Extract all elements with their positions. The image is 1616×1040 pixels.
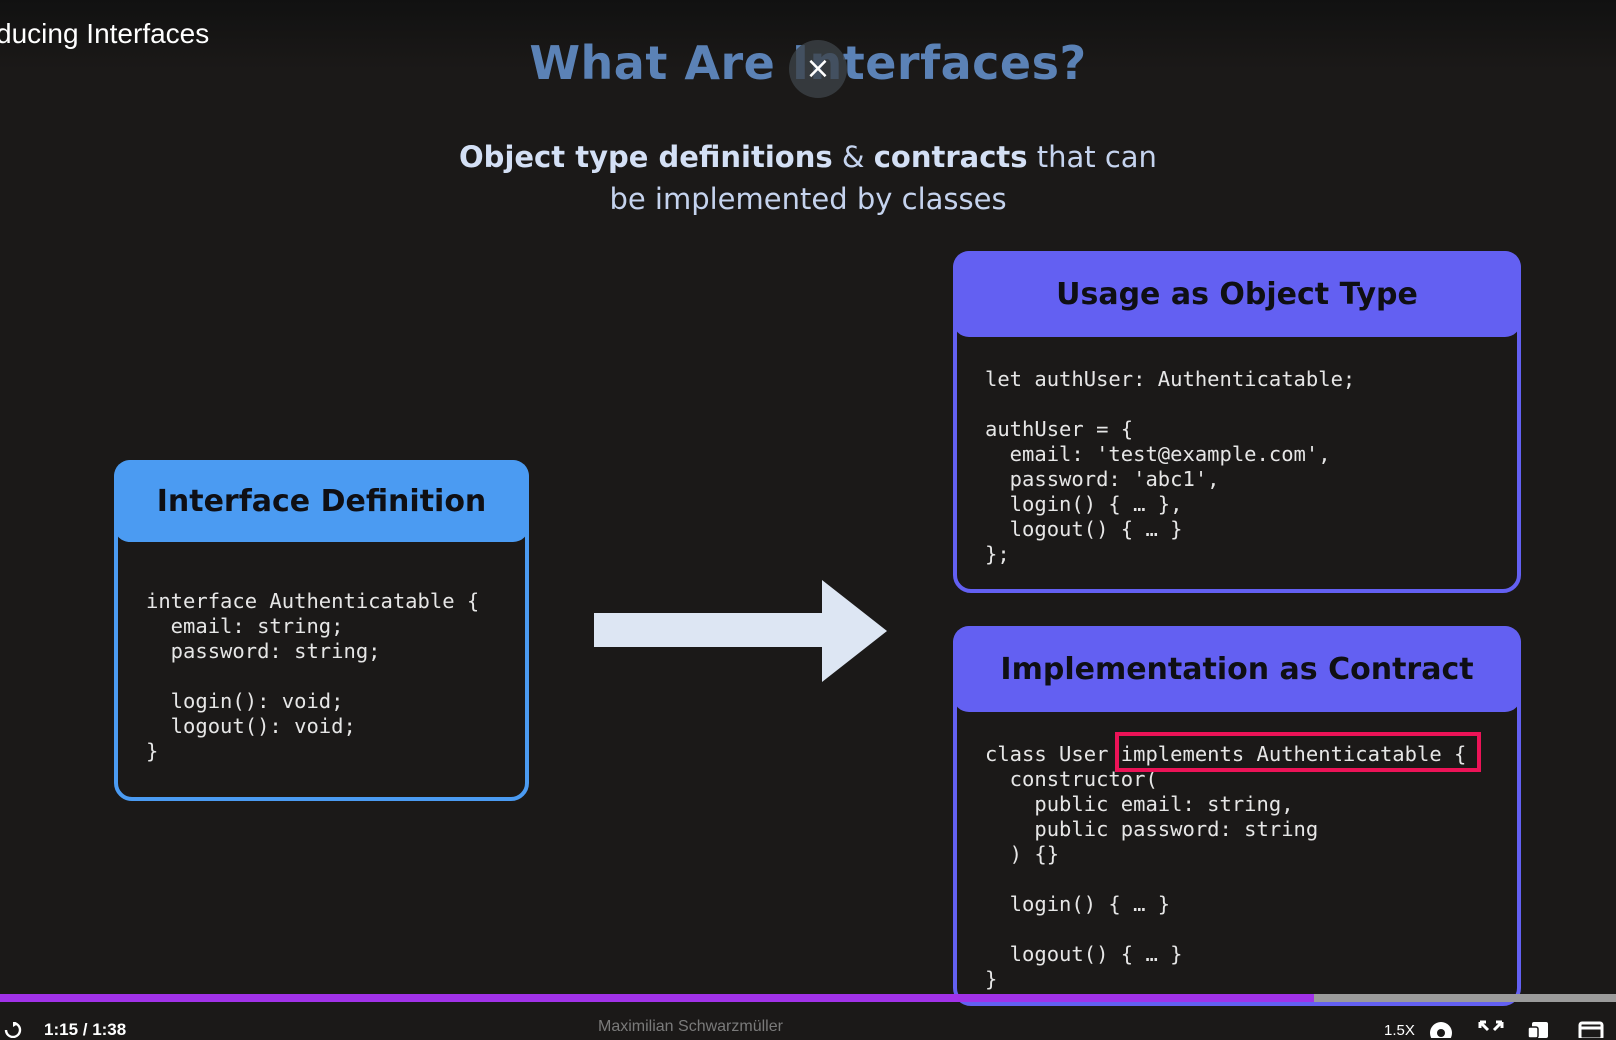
time-display: 1:15 / 1:38 — [44, 1020, 127, 1039]
code-block: class User implements Authenticatable { … — [985, 742, 1467, 991]
subtitle-rest: that can — [1027, 140, 1157, 174]
code-block: interface Authenticatable { email: strin… — [146, 589, 480, 763]
fullscreen-icon[interactable] — [1478, 1020, 1504, 1038]
subtitle-amp: & — [832, 140, 874, 174]
settings-icon[interactable] — [1428, 1020, 1454, 1038]
implementation-contract-card: Implementation as Contract class User im… — [953, 626, 1521, 1006]
subtitle-bold-contracts: contracts — [873, 140, 1028, 174]
pip-icon[interactable] — [1526, 1020, 1552, 1038]
card-title: Implementation as Contract — [953, 626, 1521, 712]
player-controls — [0, 1002, 1616, 1038]
slide-subtitle: Object type definitions & contracts that… — [0, 136, 1616, 220]
progress-fill — [0, 994, 1314, 1002]
subtitle-line-1: Object type definitions & contracts that… — [0, 136, 1616, 178]
replay-icon[interactable] — [2, 1022, 24, 1038]
author-name: Maximilian Schwarzmüller — [598, 1018, 783, 1035]
close-button[interactable]: × — [789, 40, 847, 98]
interface-definition-card: Interface Definition interface Authentic… — [114, 460, 529, 801]
usage-object-type-card: Usage as Object Type let authUser: Authe… — [953, 251, 1521, 593]
playback-speed-button[interactable]: 1.5X — [1384, 1022, 1415, 1039]
right-arrow-icon — [594, 580, 887, 682]
implements-highlight-box — [1115, 732, 1481, 772]
card-title: Interface Definition — [114, 460, 529, 542]
calendar-icon[interactable] — [1578, 1020, 1604, 1038]
subtitle-line-2: be implemented by classes — [609, 182, 1007, 216]
card-title: Usage as Object Type — [953, 251, 1521, 337]
code-block: let authUser: Authenticatable; authUser … — [985, 367, 1356, 566]
close-icon: × — [805, 51, 831, 86]
subtitle-bold-definitions: Object type definitions — [459, 140, 833, 174]
